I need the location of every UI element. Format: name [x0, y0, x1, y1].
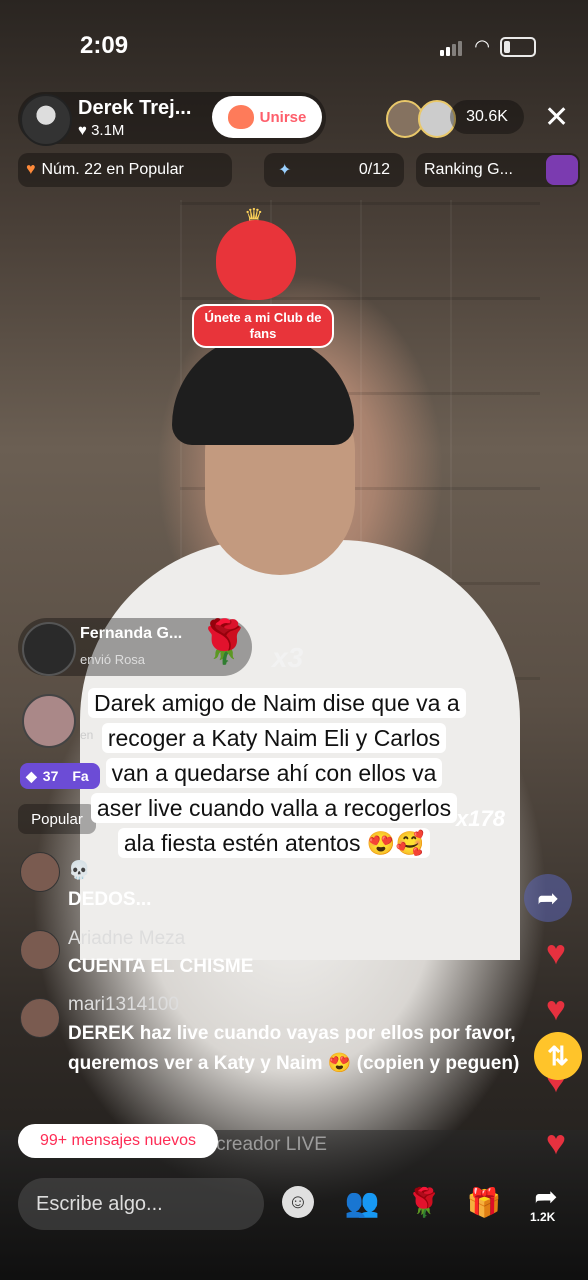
comment-text: DEREK haz live cuando vayas por ellos po…: [68, 1023, 520, 1074]
close-icon[interactable]: ✕: [544, 100, 569, 135]
guests-icon[interactable]: 👥: [342, 1182, 382, 1222]
ranking-game-icon: [546, 155, 578, 185]
host-likes: ♥ 3.1M: [78, 122, 125, 139]
emoji-icon[interactable]: ☺: [278, 1182, 318, 1222]
fan-text: Fa: [72, 768, 89, 784]
ranking-pill[interactable]: Ranking G...: [416, 153, 580, 187]
comment-text: DEDOS...: [68, 889, 152, 910]
gift-sender-avatar[interactable]: [22, 622, 76, 676]
top-viewers[interactable]: [386, 100, 456, 138]
host-name[interactable]: Derek Trej...: [78, 97, 191, 120]
viewer-count[interactable]: 30.6K: [450, 100, 524, 134]
rose-gift-icon[interactable]: 🌹: [404, 1182, 444, 1222]
sparkle-icon: ✦: [278, 162, 292, 179]
popular-chip[interactable]: Popular: [18, 804, 96, 834]
video-caption: Darek amigo de Naim dise que va a recoge…: [88, 686, 466, 861]
skull-icon: 💀: [68, 860, 91, 880]
fan-club-widget[interactable]: ♛ Únete a mi Club de fans: [186, 200, 336, 360]
join-user-avatar[interactable]: [22, 694, 76, 748]
comment-user[interactable]: Ariadne Meza: [68, 928, 185, 950]
gift-sender-name: Fernanda G...: [80, 625, 183, 642]
heart-icon: ♥: [545, 934, 566, 972]
comment-user[interactable]: mari1314100: [68, 994, 179, 1016]
new-messages-button[interactable]: 99+ mensajes nuevos: [18, 1124, 218, 1158]
heart-mascot-icon: [216, 220, 296, 300]
diamond-icon: ◆: [26, 767, 37, 784]
caption-text: Darek amigo de Naim dise que va a recoge…: [88, 688, 466, 858]
join-label: Unirse: [259, 108, 307, 126]
goal-pill[interactable]: ✦ 0/12: [264, 153, 404, 187]
status-time: 2:09: [80, 32, 129, 59]
rose-icon: 🌹: [198, 618, 251, 665]
gift-multiplier: x3: [272, 642, 304, 673]
share-count: 1.2K: [530, 1210, 556, 1224]
battery-icon: [500, 36, 536, 57]
popular-rank-pill[interactable]: ♥ Núm. 22 en Popular: [18, 153, 232, 187]
gift-icon[interactable]: 🎁: [464, 1182, 504, 1222]
wifi-icon: ◠: [474, 36, 490, 56]
heart-icon: ♥: [545, 990, 566, 1028]
comment-text: CUENTA EL CHISME: [68, 956, 254, 977]
comment-avatar[interactable]: [20, 930, 60, 970]
fan-level: 37: [42, 768, 59, 784]
gift-multiplier-2: x178: [456, 806, 505, 831]
comment-input[interactable]: Escribe algo...: [18, 1178, 264, 1230]
host-avatar[interactable]: [20, 94, 72, 146]
popular-rank-label: Núm. 22 en Popular: [41, 161, 184, 178]
comment-avatar[interactable]: [20, 998, 60, 1038]
signal-icon: [440, 38, 464, 56]
share-side-icon[interactable]: ➦: [524, 874, 572, 922]
gift-action: envió Rosa: [80, 652, 146, 667]
heart-plus-icon: [227, 105, 254, 129]
broken-heart-icon: ♥: [26, 161, 36, 178]
fan-club-label: Únete a mi Club de fans: [192, 304, 334, 348]
repost-icon[interactable]: ⇅: [534, 1032, 582, 1080]
heart-icon: ♥: [545, 1124, 566, 1162]
goal-progress: 0/12: [358, 161, 390, 178]
status-icons: ◠: [440, 36, 536, 57]
join-button[interactable]: Unirse: [212, 96, 322, 138]
ranking-label: Ranking G...: [424, 161, 513, 178]
comment-avatar[interactable]: [20, 852, 60, 892]
